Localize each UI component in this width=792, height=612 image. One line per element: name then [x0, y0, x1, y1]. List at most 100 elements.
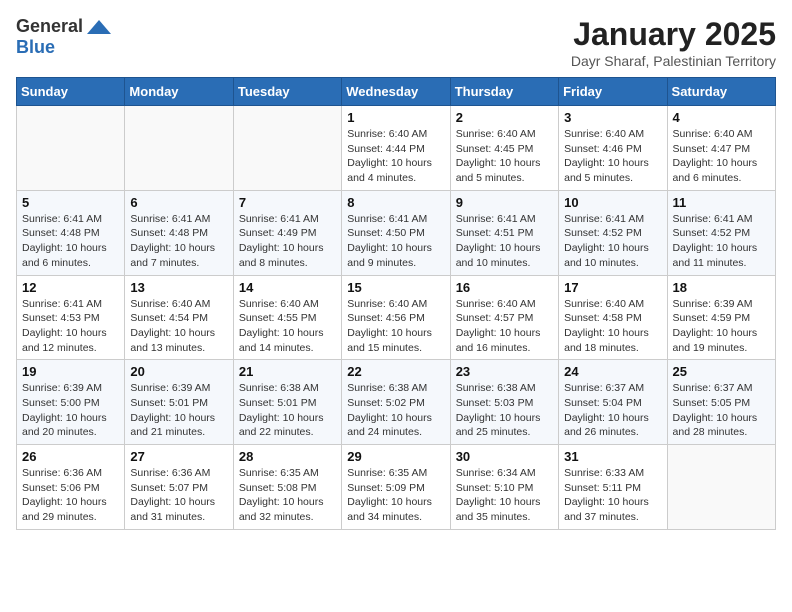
logo-text-blue: Blue: [16, 37, 55, 57]
day-number: 22: [347, 364, 444, 379]
day-info: Sunrise: 6:40 AMSunset: 4:55 PMDaylight:…: [239, 297, 336, 356]
day-number: 26: [22, 449, 119, 464]
calendar-cell: 24 Sunrise: 6:37 AMSunset: 5:04 PMDayligh…: [559, 360, 667, 445]
day-info: Sunrise: 6:33 AMSunset: 5:11 PMDaylight:…: [564, 466, 661, 525]
day-info: Sunrise: 6:35 AMSunset: 5:09 PMDaylight:…: [347, 466, 444, 525]
calendar-cell: 31 Sunrise: 6:33 AMSunset: 5:11 PMDayligh…: [559, 445, 667, 530]
day-number: 7: [239, 195, 336, 210]
calendar-cell: 12 Sunrise: 6:41 AMSunset: 4:53 PMDayligh…: [17, 275, 125, 360]
day-number: 17: [564, 280, 661, 295]
day-info: Sunrise: 6:39 AMSunset: 5:01 PMDaylight:…: [130, 381, 227, 440]
day-info: Sunrise: 6:41 AMSunset: 4:51 PMDaylight:…: [456, 212, 553, 271]
calendar-cell: 20 Sunrise: 6:39 AMSunset: 5:01 PMDayligh…: [125, 360, 233, 445]
day-number: 16: [456, 280, 553, 295]
logo-text-general: General: [16, 16, 83, 37]
day-number: 29: [347, 449, 444, 464]
day-number: 19: [22, 364, 119, 379]
day-number: 8: [347, 195, 444, 210]
day-info: Sunrise: 6:41 AMSunset: 4:48 PMDaylight:…: [22, 212, 119, 271]
calendar-cell: 27 Sunrise: 6:36 AMSunset: 5:07 PMDayligh…: [125, 445, 233, 530]
day-number: 23: [456, 364, 553, 379]
calendar-cell: 4 Sunrise: 6:40 AMSunset: 4:47 PMDaylight…: [667, 106, 775, 191]
day-info: Sunrise: 6:37 AMSunset: 5:04 PMDaylight:…: [564, 381, 661, 440]
day-info: Sunrise: 6:38 AMSunset: 5:03 PMDaylight:…: [456, 381, 553, 440]
calendar-cell: 8 Sunrise: 6:41 AMSunset: 4:50 PMDaylight…: [342, 190, 450, 275]
calendar-cell: [17, 106, 125, 191]
day-number: 31: [564, 449, 661, 464]
day-number: 1: [347, 110, 444, 125]
day-number: 13: [130, 280, 227, 295]
calendar-cell: 26 Sunrise: 6:36 AMSunset: 5:06 PMDayligh…: [17, 445, 125, 530]
calendar-week-row: 12 Sunrise: 6:41 AMSunset: 4:53 PMDayligh…: [17, 275, 776, 360]
day-info: Sunrise: 6:34 AMSunset: 5:10 PMDaylight:…: [456, 466, 553, 525]
day-number: 12: [22, 280, 119, 295]
calendar-cell: 29 Sunrise: 6:35 AMSunset: 5:09 PMDayligh…: [342, 445, 450, 530]
day-number: 14: [239, 280, 336, 295]
calendar-cell: [233, 106, 341, 191]
calendar-cell: 22 Sunrise: 6:38 AMSunset: 5:02 PMDayligh…: [342, 360, 450, 445]
calendar-cell: [125, 106, 233, 191]
day-info: Sunrise: 6:40 AMSunset: 4:56 PMDaylight:…: [347, 297, 444, 356]
calendar-cell: 23 Sunrise: 6:38 AMSunset: 5:03 PMDayligh…: [450, 360, 558, 445]
calendar-cell: 2 Sunrise: 6:40 AMSunset: 4:45 PMDaylight…: [450, 106, 558, 191]
day-number: 24: [564, 364, 661, 379]
calendar-cell: 13Sunrise: 6:40 AMSunset: 4:54 PMDayligh…: [125, 275, 233, 360]
calendar-cell: [667, 445, 775, 530]
day-number: 9: [456, 195, 553, 210]
day-info: Sunrise: 6:40 AMSunset: 4:45 PMDaylight:…: [456, 127, 553, 186]
weekday-header: Monday: [125, 78, 233, 106]
day-info: Sunrise: 6:37 AMSunset: 5:05 PMDaylight:…: [673, 381, 770, 440]
page-header: General Blue January 2025 Dayr Sharaf, P…: [16, 16, 776, 69]
weekday-header: Thursday: [450, 78, 558, 106]
day-number: 27: [130, 449, 227, 464]
calendar-cell: 15Sunrise: 6:40 AMSunset: 4:56 PMDayligh…: [342, 275, 450, 360]
day-number: 2: [456, 110, 553, 125]
calendar-cell: 10 Sunrise: 6:41 AMSunset: 4:52 PMDayligh…: [559, 190, 667, 275]
calendar-cell: 9 Sunrise: 6:41 AMSunset: 4:51 PMDaylight…: [450, 190, 558, 275]
calendar-cell: 30 Sunrise: 6:34 AMSunset: 5:10 PMDayligh…: [450, 445, 558, 530]
day-number: 18: [673, 280, 770, 295]
day-info: Sunrise: 6:41 AMSunset: 4:50 PMDaylight:…: [347, 212, 444, 271]
month-title: January 2025: [571, 16, 776, 53]
day-info: Sunrise: 6:36 AMSunset: 5:07 PMDaylight:…: [130, 466, 227, 525]
calendar-cell: 11Sunrise: 6:41 AMSunset: 4:52 PMDayligh…: [667, 190, 775, 275]
day-number: 10: [564, 195, 661, 210]
logo: General Blue: [16, 16, 113, 58]
calendar-week-row: 19Sunrise: 6:39 AMSunset: 5:00 PMDayligh…: [17, 360, 776, 445]
day-info: Sunrise: 6:35 AMSunset: 5:08 PMDaylight:…: [239, 466, 336, 525]
day-number: 21: [239, 364, 336, 379]
calendar-cell: 18 Sunrise: 6:39 AMSunset: 4:59 PMDayligh…: [667, 275, 775, 360]
day-number: 25: [673, 364, 770, 379]
day-info: Sunrise: 6:41 AMSunset: 4:52 PMDaylight:…: [564, 212, 661, 271]
calendar-cell: 25 Sunrise: 6:37 AMSunset: 5:05 PMDayligh…: [667, 360, 775, 445]
day-info: Sunrise: 6:40 AMSunset: 4:58 PMDaylight:…: [564, 297, 661, 356]
day-number: 20: [130, 364, 227, 379]
calendar-cell: 21 Sunrise: 6:38 AMSunset: 5:01 PMDayligh…: [233, 360, 341, 445]
day-info: Sunrise: 6:40 AMSunset: 4:47 PMDaylight:…: [673, 127, 770, 186]
calendar-cell: 3 Sunrise: 6:40 AMSunset: 4:46 PMDaylight…: [559, 106, 667, 191]
day-number: 5: [22, 195, 119, 210]
day-info: Sunrise: 6:40 AMSunset: 4:46 PMDaylight:…: [564, 127, 661, 186]
calendar-table: SundayMondayTuesdayWednesdayThursdayFrid…: [16, 77, 776, 530]
calendar-cell: 6Sunrise: 6:41 AMSunset: 4:48 PMDaylight…: [125, 190, 233, 275]
day-number: 30: [456, 449, 553, 464]
day-number: 4: [673, 110, 770, 125]
calendar-week-row: 1Sunrise: 6:40 AMSunset: 4:44 PMDaylight…: [17, 106, 776, 191]
calendar-cell: 14 Sunrise: 6:40 AMSunset: 4:55 PMDayligh…: [233, 275, 341, 360]
title-block: January 2025 Dayr Sharaf, Palestinian Te…: [571, 16, 776, 69]
day-number: 28: [239, 449, 336, 464]
day-info: Sunrise: 6:38 AMSunset: 5:02 PMDaylight:…: [347, 381, 444, 440]
calendar-cell: 16 Sunrise: 6:40 AMSunset: 4:57 PMDayligh…: [450, 275, 558, 360]
day-number: 3: [564, 110, 661, 125]
logo-icon: [85, 18, 113, 36]
day-info: Sunrise: 6:38 AMSunset: 5:01 PMDaylight:…: [239, 381, 336, 440]
calendar-cell: 1Sunrise: 6:40 AMSunset: 4:44 PMDaylight…: [342, 106, 450, 191]
day-info: Sunrise: 6:39 AMSunset: 4:59 PMDaylight:…: [673, 297, 770, 356]
day-info: Sunrise: 6:41 AMSunset: 4:53 PMDaylight:…: [22, 297, 119, 356]
day-info: Sunrise: 6:40 AMSunset: 4:57 PMDaylight:…: [456, 297, 553, 356]
weekday-header: Tuesday: [233, 78, 341, 106]
day-info: Sunrise: 6:41 AMSunset: 4:49 PMDaylight:…: [239, 212, 336, 271]
calendar-cell: 5 Sunrise: 6:41 AMSunset: 4:48 PMDaylight…: [17, 190, 125, 275]
weekday-header: Saturday: [667, 78, 775, 106]
day-info: Sunrise: 6:36 AMSunset: 5:06 PMDaylight:…: [22, 466, 119, 525]
